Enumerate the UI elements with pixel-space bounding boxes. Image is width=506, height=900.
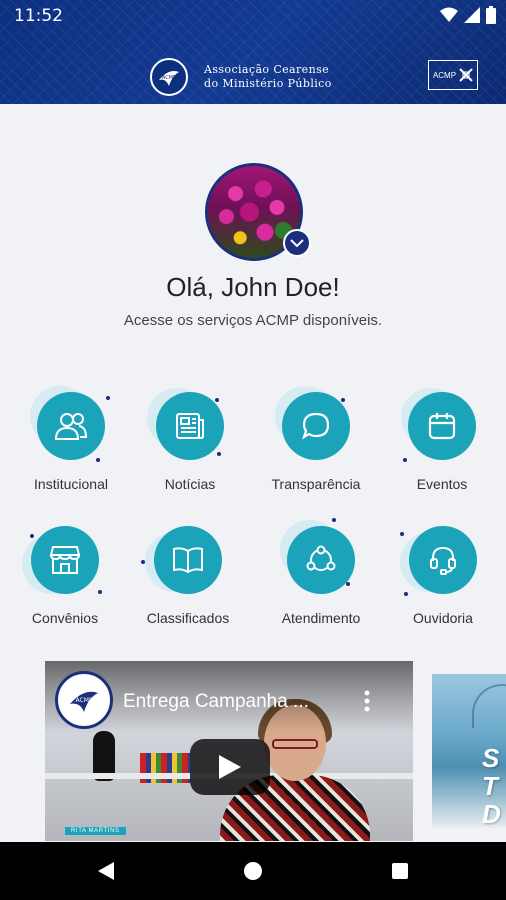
chat-bubble-icon bbox=[302, 412, 330, 440]
status-time: 11:52 bbox=[14, 6, 63, 26]
acmp-channel-icon: ACMP bbox=[70, 691, 98, 712]
play-button[interactable] bbox=[190, 739, 270, 795]
wifi-icon bbox=[440, 7, 458, 22]
video-logo-text: ACMP bbox=[76, 697, 93, 704]
decor-dot bbox=[96, 458, 100, 462]
service-transparencia[interactable]: Transparência bbox=[253, 386, 379, 512]
channel-logo[interactable]: ACMP bbox=[55, 671, 113, 729]
decor-dot bbox=[332, 518, 336, 522]
nav-home-button[interactable] bbox=[223, 842, 283, 900]
book-icon bbox=[173, 547, 203, 574]
acmp-card-button[interactable]: ACMP bbox=[428, 60, 478, 90]
service-institucional[interactable]: Institucional bbox=[8, 386, 134, 512]
service-label: Ouvidoria bbox=[413, 610, 473, 626]
decor-dot bbox=[106, 396, 110, 400]
service-label: Transparência bbox=[271, 476, 361, 492]
video-card[interactable]: ACMP Entrega Campanha ... RITA MARTINS bbox=[45, 661, 413, 841]
acmp-logo-icon: ACMP bbox=[150, 58, 188, 96]
status-icons bbox=[440, 6, 496, 24]
service-icon-circle bbox=[282, 392, 350, 460]
speaker-glasses bbox=[272, 739, 318, 749]
play-icon bbox=[219, 755, 241, 779]
service-icon-circle bbox=[31, 526, 99, 594]
people-icon bbox=[54, 413, 88, 440]
service-classificados[interactable]: Classificados bbox=[125, 526, 251, 646]
org-name-line1: Associação Cearense bbox=[204, 63, 330, 76]
decor-dot bbox=[217, 452, 221, 456]
video-title: Entrega Campanha ... bbox=[123, 691, 309, 712]
decor-dot bbox=[30, 534, 34, 538]
headset-icon bbox=[430, 546, 456, 575]
service-label: Convênios bbox=[31, 610, 99, 626]
service-icon-circle bbox=[154, 526, 222, 594]
chevron-down-icon bbox=[290, 239, 304, 248]
signal-icon bbox=[464, 7, 480, 23]
service-icon-circle bbox=[37, 392, 105, 460]
decor-dot bbox=[215, 398, 219, 402]
nav-back-button[interactable] bbox=[76, 842, 136, 900]
subtitle: Acesse os serviços ACMP disponíveis. bbox=[123, 312, 383, 329]
newspaper-icon bbox=[176, 413, 204, 439]
decor-dot bbox=[404, 592, 408, 596]
close-x-icon bbox=[459, 68, 473, 82]
org-logo: ACMP Associação Cearense do Ministério P… bbox=[150, 58, 332, 96]
logo-text: ACMP bbox=[162, 75, 176, 81]
decor-dot bbox=[400, 532, 404, 536]
banner-card[interactable]: S T D bbox=[432, 674, 506, 828]
org-name-line2: do Ministério Público bbox=[204, 77, 332, 90]
service-label: Atendimento bbox=[281, 610, 361, 626]
nav-recents-button[interactable] bbox=[370, 842, 430, 900]
decor-dot bbox=[141, 560, 145, 564]
store-icon bbox=[49, 546, 81, 574]
network-icon bbox=[306, 545, 336, 571]
service-label: Notícias bbox=[164, 476, 216, 492]
service-icon-circle bbox=[287, 526, 355, 594]
service-label: Institucional bbox=[34, 476, 108, 492]
banner-dome-image bbox=[472, 684, 506, 728]
service-noticias[interactable]: Notícias bbox=[127, 388, 253, 512]
org-name: Associação Cearense do Ministério Públic… bbox=[204, 63, 332, 91]
more-vert-icon[interactable] bbox=[363, 689, 371, 713]
profile-dropdown-button[interactable] bbox=[283, 229, 311, 257]
acmp-button-label: ACMP bbox=[432, 70, 457, 80]
system-nav-bar bbox=[0, 842, 506, 900]
banner-text: S T D bbox=[482, 743, 501, 828]
service-convenios[interactable]: Convênios bbox=[2, 526, 128, 646]
status-bar: 11:52 bbox=[0, 0, 506, 32]
decor-dot bbox=[403, 458, 407, 462]
app-header: 11:52 ACMP Associação Cearense do Minist… bbox=[0, 0, 506, 104]
back-triangle-icon bbox=[98, 862, 114, 880]
service-ouvidoria[interactable]: Ouvidoria bbox=[380, 526, 506, 646]
service-icon-circle bbox=[409, 526, 477, 594]
service-label: Eventos bbox=[416, 476, 468, 492]
decor-dot bbox=[346, 582, 350, 586]
service-icon-circle bbox=[408, 392, 476, 460]
decor-dot bbox=[98, 590, 102, 594]
greeting: Olá, John Doe! bbox=[166, 272, 340, 302]
profile-avatar[interactable] bbox=[205, 163, 311, 261]
service-atendimento[interactable]: Atendimento bbox=[258, 518, 384, 646]
home-circle-icon bbox=[244, 862, 262, 880]
service-eventos[interactable]: Eventos bbox=[379, 388, 505, 512]
service-label: Classificados bbox=[146, 610, 230, 626]
caption-tag: RITA MARTINS bbox=[65, 827, 126, 835]
service-icon-circle bbox=[156, 392, 224, 460]
battery-icon bbox=[486, 6, 496, 24]
decor-dot bbox=[341, 398, 345, 402]
calendar-icon bbox=[428, 413, 456, 440]
recents-square-icon bbox=[392, 863, 408, 879]
